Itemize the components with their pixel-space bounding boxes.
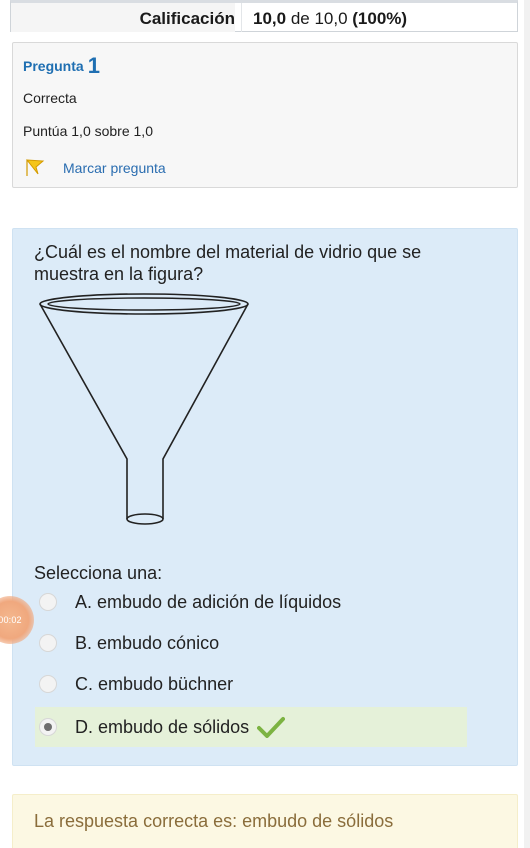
option-a[interactable]: A. embudo de adición de líquidos — [35, 584, 341, 620]
grade-score: 10,0 — [253, 9, 287, 28]
option-d[interactable]: D. embudo de sólidos — [35, 707, 467, 747]
checkmark-icon — [257, 717, 286, 738]
question-heading-label: Pregunta — [23, 58, 84, 74]
question-number: 1 — [87, 53, 100, 78]
question-text: ¿Cuál es el nombre del material de vidri… — [34, 242, 422, 284]
option-label: A. embudo de adición de líquidos — [75, 591, 342, 612]
flag-question-label: Marcar pregunta — [63, 160, 166, 176]
funnel-image — [39, 293, 249, 525]
question-state: Correcta — [23, 90, 77, 106]
scrollbar-track[interactable] — [524, 0, 530, 848]
option-label: C. embudo büchner — [75, 673, 234, 694]
grade-value: 10,0 de 10,0 (100%) — [253, 3, 407, 34]
quiz-review-page: Calificación 10,0 de 10,0 (100%) Pregunt… — [0, 0, 530, 848]
grade-label: Calificación — [11, 3, 235, 32]
radio-button[interactable] — [39, 634, 57, 652]
question-grade: Puntúa 1,0 sobre 1,0 — [23, 123, 153, 139]
radio-button[interactable] — [39, 675, 57, 693]
flag-icon — [25, 159, 45, 176]
question-info-panel: Pregunta 1 Correcta Puntúa 1,0 sobre 1,0 … — [12, 42, 518, 188]
flag-question-link[interactable]: Marcar pregunta — [25, 157, 166, 179]
question-heading: Pregunta 1 — [23, 53, 100, 79]
question-panel: ¿Cuál es el nombre del material de vidri… — [12, 228, 518, 766]
option-b[interactable]: B. embudo cónico — [35, 625, 219, 661]
option-c[interactable]: C. embudo büchner — [35, 666, 233, 702]
option-label: B. embudo cónico — [75, 632, 220, 653]
radio-button-selected[interactable] — [39, 718, 57, 736]
grade-total: de 10,0 — [286, 9, 353, 28]
select-one-prompt: Selecciona una: — [34, 563, 163, 583]
right-answer-panel: La respuesta correcta es: embudo de sóli… — [12, 794, 518, 848]
table-divider — [241, 3, 242, 32]
radio-button[interactable] — [39, 593, 57, 611]
grade-summary-table: Calificación 10,0 de 10,0 (100%) — [10, 0, 518, 32]
grade-percent: (100%) — [352, 9, 408, 28]
option-label: D. embudo de sólidos — [75, 716, 250, 737]
right-answer-text: La respuesta correcta es: embudo de sóli… — [34, 811, 394, 831]
